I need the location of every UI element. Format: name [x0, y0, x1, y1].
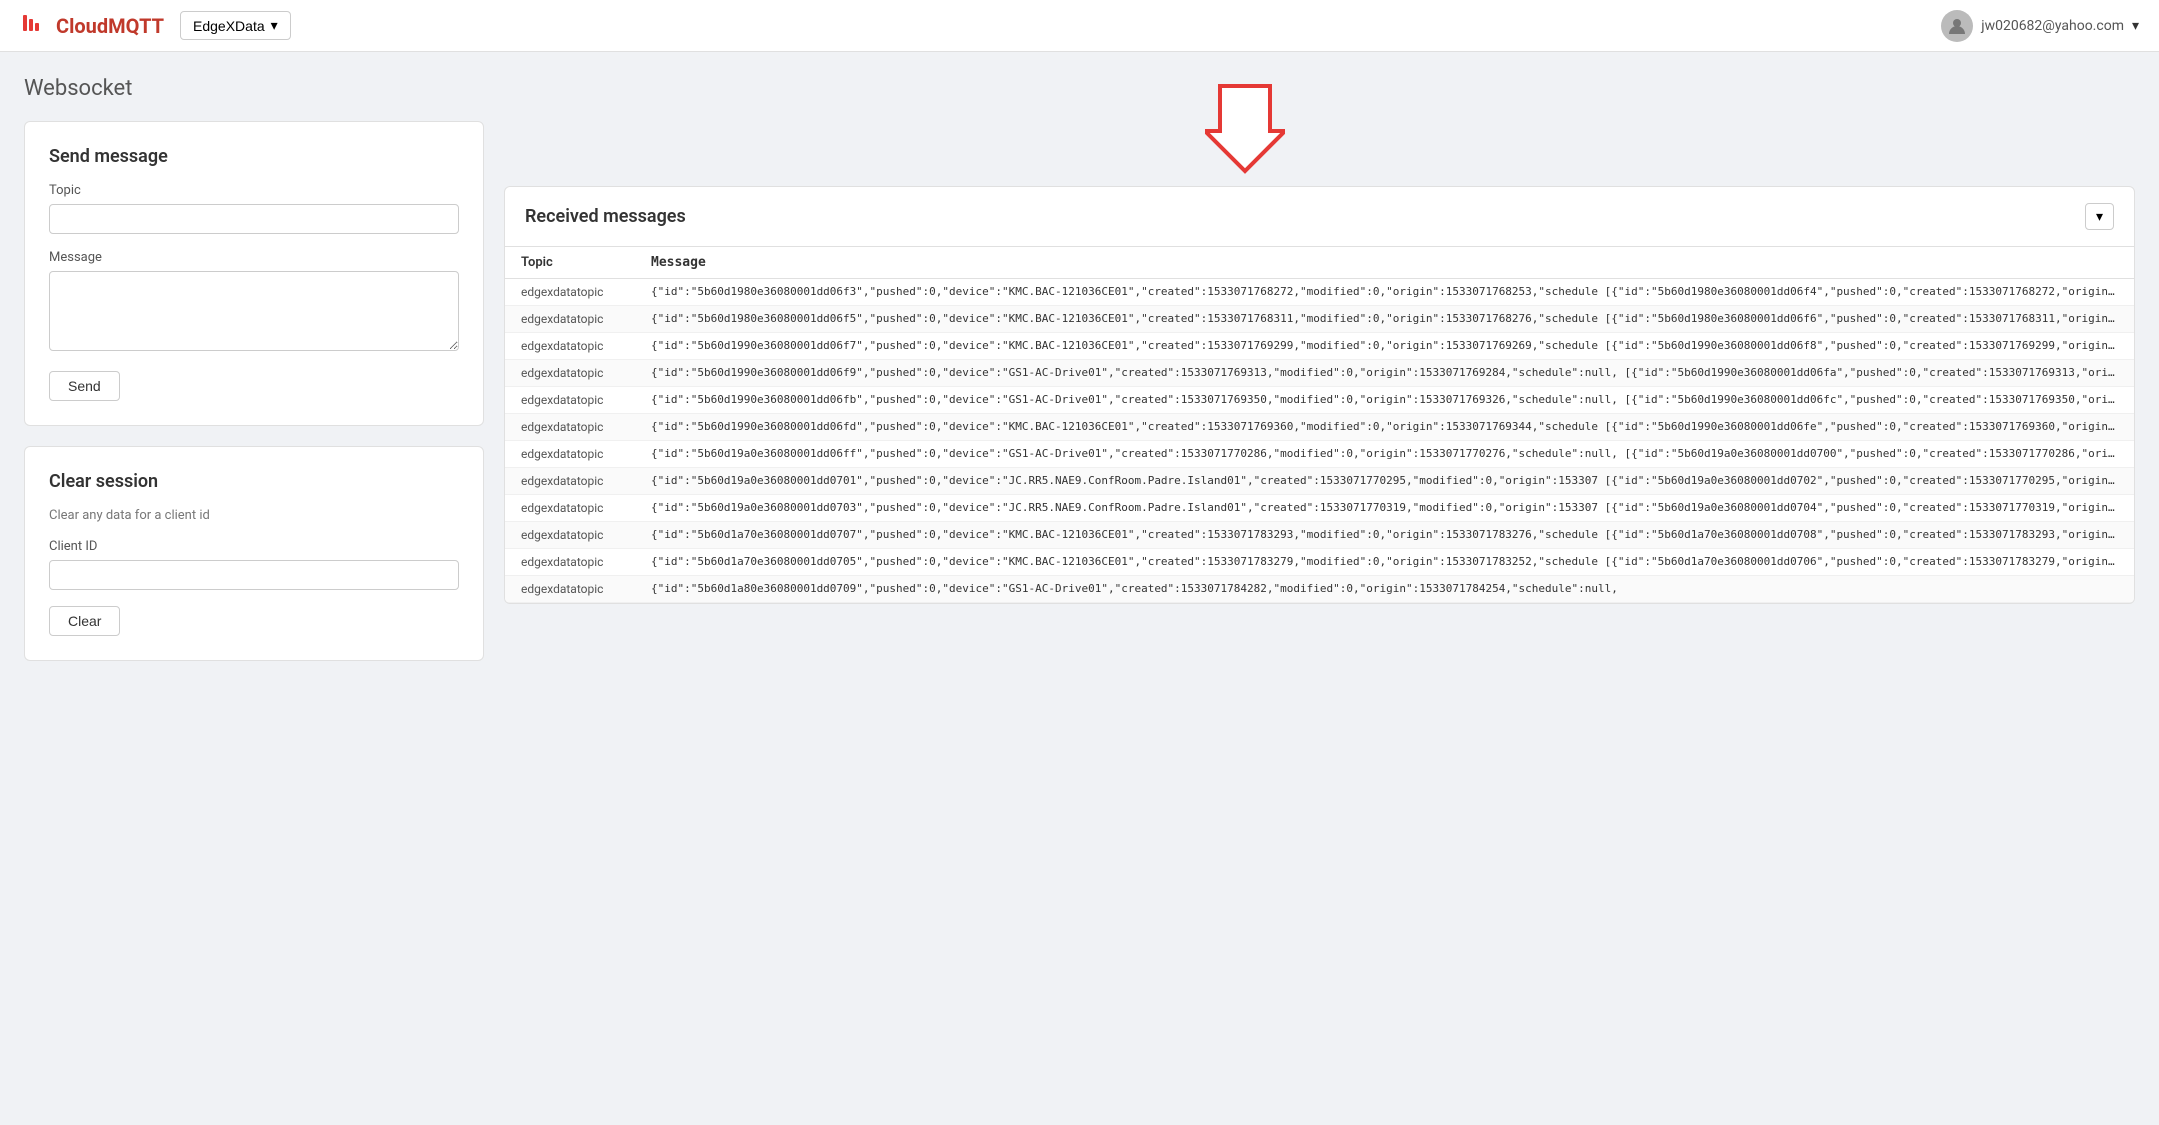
clear-button[interactable]: Clear [49, 606, 120, 636]
topic-cell: edgexdatatopic [505, 414, 635, 441]
table-row: edgexdatatopic{"id":"5b60d1980e36080001d… [505, 279, 2134, 306]
avatar [1941, 10, 1973, 42]
right-panel: Received messages ▾ Topic Message edgexd… [504, 76, 2135, 1101]
message-column-header: Message [635, 247, 2134, 279]
clear-session-description: Clear any data for a client id [49, 508, 459, 523]
send-message-card: Send message Topic Message Send [24, 121, 484, 426]
received-messages-panel: Received messages ▾ Topic Message edgexd… [504, 186, 2135, 604]
message-cell: {"id":"5b60d1a80e36080001dd0709","pushed… [635, 576, 2134, 603]
message-cell: {"id":"5b60d1a70e36080001dd0705","pushed… [635, 549, 2134, 576]
topic-cell: edgexdatatopic [505, 549, 635, 576]
header: CloudMQTT EdgeXData ▾ jw020682@yahoo.com… [0, 0, 2159, 52]
table-row: edgexdatatopic{"id":"5b60d1990e36080001d… [505, 414, 2134, 441]
user-chevron-icon: ▾ [2132, 18, 2139, 34]
topic-cell: edgexdatatopic [505, 441, 635, 468]
message-cell: {"id":"5b60d1990e36080001dd06fb","pushed… [635, 387, 2134, 414]
message-cell: {"id":"5b60d19a0e36080001dd0701","pushed… [635, 468, 2134, 495]
left-panel: Websocket Send message Topic Message Sen… [24, 76, 484, 1101]
topic-cell: edgexdatatopic [505, 279, 635, 306]
table-row: edgexdatatopic{"id":"5b60d19a0e36080001d… [505, 495, 2134, 522]
user-email: jw020682@yahoo.com [1981, 18, 2124, 34]
header-left: CloudMQTT EdgeXData ▾ [20, 9, 291, 43]
messages-table-wrapper[interactable]: Topic Message edgexdatatopic{"id":"5b60d… [505, 247, 2134, 603]
topic-label: Topic [49, 183, 459, 198]
topic-cell: edgexdatatopic [505, 495, 635, 522]
table-row: edgexdatatopic{"id":"5b60d1a70e36080001d… [505, 522, 2134, 549]
topic-cell: edgexdatatopic [505, 387, 635, 414]
table-row: edgexdatatopic{"id":"5b60d1a70e36080001d… [505, 549, 2134, 576]
message-cell: {"id":"5b60d1980e36080001dd06f5","pushed… [635, 306, 2134, 333]
client-id-input[interactable] [49, 560, 459, 590]
topic-field-group: Topic [49, 183, 459, 234]
send-message-title: Send message [49, 146, 459, 167]
message-cell: {"id":"5b60d1990e36080001dd06f7","pushed… [635, 333, 2134, 360]
message-field-group: Message [49, 250, 459, 355]
messages-header: Received messages ▾ [505, 187, 2134, 247]
logo: CloudMQTT [20, 9, 164, 43]
message-cell: {"id":"5b60d1990e36080001dd06f9","pushed… [635, 360, 2134, 387]
messages-table: Topic Message edgexdatatopic{"id":"5b60d… [505, 247, 2134, 603]
table-row: edgexdatatopic{"id":"5b60d1980e36080001d… [505, 306, 2134, 333]
chevron-down-icon: ▾ [271, 17, 278, 34]
clear-session-title: Clear session [49, 471, 459, 492]
topic-cell: edgexdatatopic [505, 522, 635, 549]
table-row: edgexdatatopic{"id":"5b60d1a80e36080001d… [505, 576, 2134, 603]
logo-text: CloudMQTT [56, 14, 164, 38]
clear-session-card: Clear session Clear any data for a clien… [24, 446, 484, 661]
message-cell: {"id":"5b60d19a0e36080001dd06ff","pushed… [635, 441, 2134, 468]
table-row: edgexdatatopic{"id":"5b60d1990e36080001d… [505, 333, 2134, 360]
message-label: Message [49, 250, 459, 265]
client-id-field-group: Client ID [49, 539, 459, 590]
topic-cell: edgexdatatopic [505, 576, 635, 603]
topic-column-header: Topic [505, 247, 635, 279]
instance-dropdown[interactable]: EdgeXData ▾ [180, 11, 291, 40]
logo-icon [20, 9, 48, 43]
topic-cell: edgexdatatopic [505, 306, 635, 333]
send-button[interactable]: Send [49, 371, 120, 401]
message-cell: {"id":"5b60d1980e36080001dd06f3","pushed… [635, 279, 2134, 306]
topic-cell: edgexdatatopic [505, 360, 635, 387]
message-cell: {"id":"5b60d1990e36080001dd06fd","pushed… [635, 414, 2134, 441]
message-cell: {"id":"5b60d19a0e36080001dd0703","pushed… [635, 495, 2134, 522]
message-input[interactable] [49, 271, 459, 351]
table-row: edgexdatatopic{"id":"5b60d1990e36080001d… [505, 387, 2134, 414]
topic-input[interactable] [49, 204, 459, 234]
table-row: edgexdatatopic{"id":"5b60d19a0e36080001d… [505, 441, 2134, 468]
messages-title: Received messages [525, 206, 686, 227]
message-cell: {"id":"5b60d1a70e36080001dd0707","pushed… [635, 522, 2134, 549]
collapse-button[interactable]: ▾ [2085, 203, 2114, 230]
instance-label: EdgeXData [193, 18, 265, 34]
main-container: Websocket Send message Topic Message Sen… [0, 52, 2159, 1125]
user-menu[interactable]: jw020682@yahoo.com ▾ [1941, 10, 2139, 42]
table-row: edgexdatatopic{"id":"5b60d1990e36080001d… [505, 360, 2134, 387]
client-id-label: Client ID [49, 539, 459, 554]
table-row: edgexdatatopic{"id":"5b60d19a0e36080001d… [505, 468, 2134, 495]
topic-cell: edgexdatatopic [505, 333, 635, 360]
page-title: Websocket [24, 76, 484, 101]
topic-cell: edgexdatatopic [505, 468, 635, 495]
